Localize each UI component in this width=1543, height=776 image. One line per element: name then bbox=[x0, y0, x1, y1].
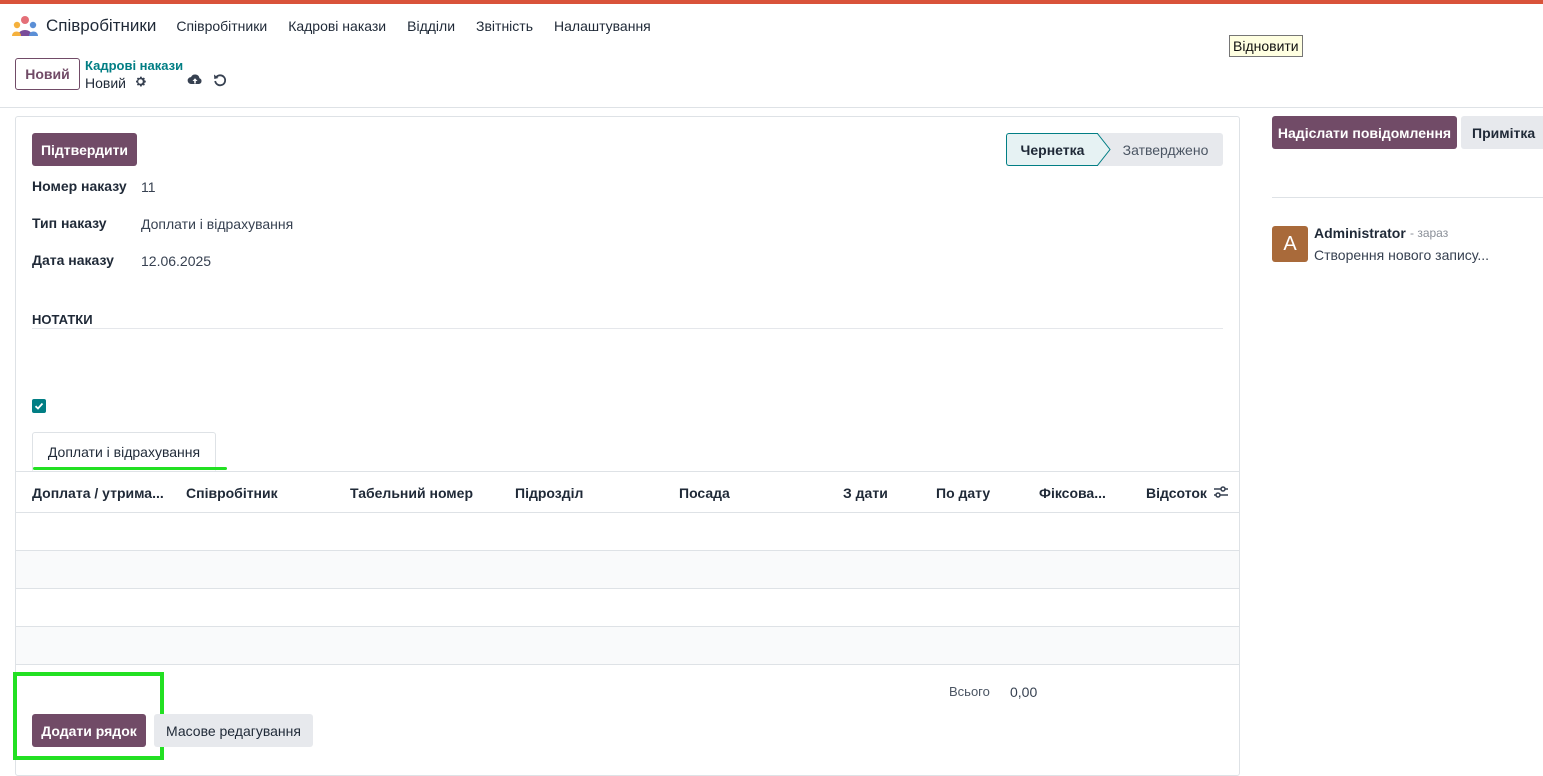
employees-app-icon bbox=[12, 15, 38, 37]
app-brand[interactable]: Співробітники bbox=[12, 15, 156, 37]
order-date-value[interactable]: 12.06.2025 bbox=[141, 253, 211, 269]
avatar-letter: A bbox=[1283, 232, 1297, 255]
discard-tooltip: Відновити bbox=[1229, 35, 1303, 57]
table-row bbox=[16, 627, 1239, 665]
column-settings-icon[interactable] bbox=[1213, 485, 1229, 502]
mass-edit-button[interactable]: Масове редагування bbox=[154, 714, 313, 747]
menu-hr-orders[interactable]: Кадрові накази bbox=[288, 18, 386, 34]
status-approved-label: Затверджено bbox=[1122, 141, 1209, 158]
status-draft[interactable]: Чернетка bbox=[1006, 133, 1111, 166]
col-department[interactable]: Підрозділ bbox=[515, 485, 583, 501]
col-employee[interactable]: Співробітник bbox=[186, 485, 278, 501]
breadcrumb-current: Новий bbox=[85, 75, 183, 91]
app-title: Співробітники bbox=[46, 16, 157, 35]
col-date-from[interactable]: З дати bbox=[843, 485, 888, 501]
order-type-value[interactable]: Доплати і відрахування bbox=[141, 216, 293, 232]
col-payment[interactable]: Доплата / утрима... bbox=[32, 485, 164, 501]
status-bar: Чернетка Затверджено bbox=[1006, 133, 1223, 166]
status-approved[interactable]: Затверджено bbox=[1098, 133, 1223, 166]
message-body: Створення нового запису... bbox=[1314, 247, 1490, 263]
send-message-button[interactable]: Надіслати повідомлення bbox=[1272, 116, 1457, 149]
chatter-divider bbox=[1272, 197, 1543, 198]
main-menu: Співробітники Кадрові накази Відділи Зві… bbox=[176, 18, 671, 34]
avatar[interactable]: A bbox=[1272, 226, 1308, 262]
menu-reporting[interactable]: Звітність bbox=[476, 18, 533, 34]
new-button[interactable]: Новий bbox=[15, 58, 80, 90]
breadcrumb-parent-link[interactable]: Кадрові накази bbox=[85, 58, 183, 73]
check-icon bbox=[34, 402, 44, 410]
table-row bbox=[16, 513, 1239, 551]
order-date-label: Дата наказу bbox=[32, 252, 114, 268]
menu-employees[interactable]: Співробітники bbox=[176, 18, 267, 34]
discard-icon[interactable] bbox=[213, 73, 227, 90]
notes-title: НОТАТКИ bbox=[32, 312, 93, 327]
checkbox[interactable] bbox=[32, 399, 46, 413]
gear-icon[interactable] bbox=[134, 75, 147, 91]
order-number-value[interactable]: 11 bbox=[141, 179, 156, 195]
add-row-button[interactable]: Додати рядок bbox=[32, 714, 146, 747]
tab-payments-deductions[interactable]: Доплати і відрахування bbox=[32, 432, 216, 471]
total-label: Всього bbox=[949, 684, 990, 699]
confirm-button[interactable]: Підтвердити bbox=[32, 133, 137, 166]
cloud-upload-icon[interactable] bbox=[187, 73, 203, 90]
notes-divider bbox=[32, 328, 1223, 329]
tab-highlight bbox=[33, 467, 227, 470]
status-draft-label: Чернетка bbox=[1020, 141, 1085, 158]
col-fixed[interactable]: Фіксова... bbox=[1039, 485, 1106, 501]
log-note-button[interactable]: Примітка bbox=[1461, 116, 1543, 149]
message-author[interactable]: Administrator bbox=[1314, 225, 1406, 241]
order-type-label: Тип наказу bbox=[32, 215, 107, 231]
record-actions bbox=[187, 73, 227, 90]
order-number-label: Номер наказу bbox=[32, 178, 127, 194]
col-tab-number[interactable]: Табельний номер bbox=[350, 485, 473, 501]
menu-departments[interactable]: Відділи bbox=[407, 18, 455, 34]
col-position[interactable]: Посада bbox=[679, 485, 730, 501]
navbar: Співробітники Співробітники Кадрові нака… bbox=[0, 4, 1543, 48]
col-percent[interactable]: Відсоток bbox=[1146, 485, 1207, 501]
breadcrumb-current-label: Новий bbox=[85, 75, 126, 91]
total-value: 0,00 bbox=[1010, 684, 1038, 700]
table-row bbox=[16, 551, 1239, 589]
tab-label: Доплати і відрахування bbox=[47, 443, 201, 460]
control-panel-divider bbox=[0, 107, 1543, 108]
col-date-to[interactable]: По дату bbox=[936, 485, 990, 501]
menu-settings[interactable]: Налаштування bbox=[554, 18, 651, 34]
breadcrumb: Кадрові накази Новий bbox=[85, 58, 183, 91]
message-time: - зараз bbox=[1410, 226, 1449, 240]
table-header: Доплата / утрима... Співробітник Табельн… bbox=[16, 472, 1239, 513]
table-row bbox=[16, 589, 1239, 627]
